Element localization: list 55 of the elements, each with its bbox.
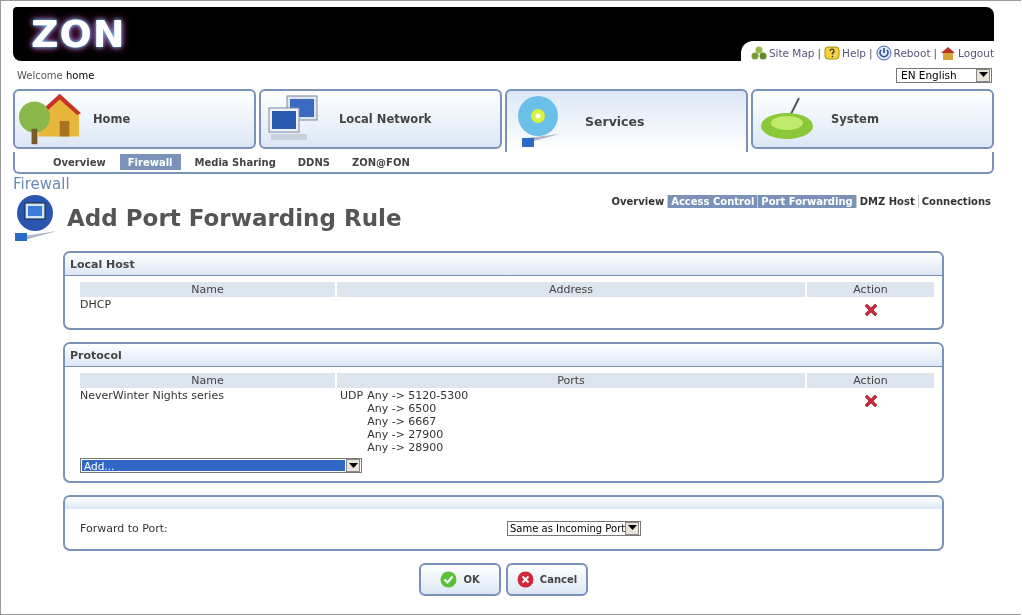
caret-icon	[978, 72, 988, 78]
panel-title: Local Host	[70, 257, 135, 271]
port-range: Any -> 28900	[367, 441, 445, 454]
router-icon	[759, 96, 815, 142]
port-range: Any -> 6500	[367, 402, 438, 415]
page-title: Add Port Forwarding Rule	[67, 205, 402, 231]
port-range: Any -> 5120-5300	[367, 389, 469, 402]
link-separator: |	[817, 47, 822, 59]
header-link[interactable]: Logout	[940, 45, 994, 61]
column-header: Action	[807, 282, 934, 297]
caret-icon	[627, 525, 637, 531]
sitemap-icon	[750, 46, 767, 60]
logo: ZON	[31, 12, 126, 56]
main-tab[interactable]: Home	[13, 89, 256, 149]
table-cell-text: NeverWinter Nights series	[80, 388, 225, 404]
caret-icon	[348, 462, 358, 469]
column-header: Action	[807, 373, 934, 388]
main-tab[interactable]: Local Network	[259, 89, 502, 149]
header-link[interactable]: Site Map	[750, 46, 815, 60]
sub-tab[interactable]: Overview	[45, 154, 114, 170]
column-header: Name	[80, 373, 335, 388]
column-header: Ports	[337, 373, 805, 388]
link-separator: |	[869, 47, 873, 59]
page-link[interactable]: Connections	[917, 195, 994, 208]
house-icon	[17, 91, 81, 147]
sub-tab[interactable]: DDNS	[289, 154, 338, 170]
page-link[interactable]: DMZ Host	[855, 195, 918, 208]
link-separator: |	[933, 47, 938, 59]
check-icon	[440, 571, 458, 588]
header-link[interactable]: Help	[824, 46, 867, 60]
field-label: Forward to Port:	[80, 521, 169, 535]
port-range: Any -> 27900	[367, 428, 445, 441]
column-header: Name	[80, 282, 335, 297]
ok-button[interactable]: OK	[419, 563, 501, 596]
table-cell-text: DHCP	[80, 297, 113, 313]
main-tab[interactable]: System	[751, 89, 994, 149]
cancel-button[interactable]: Cancel	[506, 563, 588, 596]
language-select[interactable]: EN English	[896, 67, 992, 83]
add-select[interactable]: Add...	[80, 458, 362, 473]
welcome-text: Welcome home	[17, 69, 95, 81]
port-range: Any -> 6667	[367, 415, 438, 428]
cancel-icon	[516, 571, 534, 588]
help-icon	[824, 46, 841, 60]
panel-title: Protocol	[70, 348, 122, 362]
column-header: Address	[337, 282, 805, 297]
house-icon	[940, 45, 957, 61]
power-icon	[875, 45, 892, 61]
sub-tab[interactable]: Media Sharing	[186, 154, 284, 170]
forward-port-select[interactable]: Same as Incoming Port	[507, 520, 641, 536]
page-link[interactable]: Overview	[608, 195, 668, 208]
sub-tab[interactable]: ZON@FON	[344, 154, 418, 170]
table-cell-text: UDP	[340, 389, 364, 404]
main-tab[interactable]: Services	[505, 89, 748, 152]
header-link[interactable]: Reboot	[875, 45, 931, 61]
section-title: Firewall	[13, 176, 71, 193]
